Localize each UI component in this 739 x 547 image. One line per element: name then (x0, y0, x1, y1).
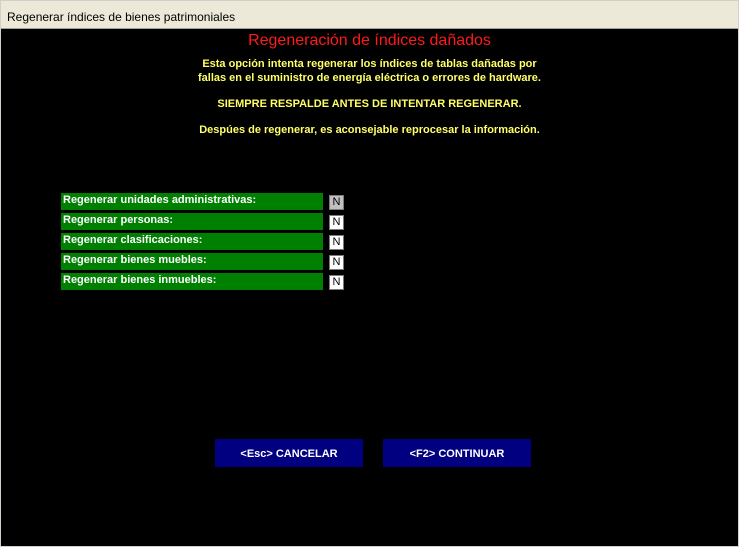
option-label-clasificaciones: Regenerar clasificaciones: (61, 233, 323, 250)
option-field-muebles[interactable]: N (329, 255, 344, 270)
option-label-muebles: Regenerar bienes muebles: (61, 253, 323, 270)
title-bar[interactable]: Regenerar índices de bienes patrimoniale… (1, 1, 738, 29)
description-line-1: Esta opción intenta regenerar los índice… (202, 58, 537, 70)
description-text: Esta opción intenta regenerar los índice… (3, 57, 736, 85)
continue-button[interactable]: <F2> CONTINUAR (383, 439, 531, 467)
option-field-inmuebles[interactable]: N (329, 275, 344, 290)
dialog-content: Regeneración de índices dañados Esta opc… (3, 29, 736, 544)
cancel-button[interactable]: <Esc> CANCELAR (215, 439, 363, 467)
option-label-unidades: Regenerar unidades administrativas: (61, 193, 323, 210)
dialog-window: Regenerar índices de bienes patrimoniale… (0, 0, 739, 547)
option-field-unidades[interactable]: N (329, 195, 344, 210)
option-label-personas: Regenerar personas: (61, 213, 323, 230)
note-text: Despúes de regenerar, es aconsejable rep… (199, 124, 540, 136)
warning-text: SIEMPRE RESPALDE ANTES DE INTENTAR REGEN… (217, 98, 522, 110)
option-field-clasificaciones[interactable]: N (329, 235, 344, 250)
option-field-personas[interactable]: N (329, 215, 344, 230)
option-label-inmuebles: Regenerar bienes inmuebles: (61, 273, 323, 290)
window-title: Regenerar índices de bienes patrimoniale… (7, 10, 236, 24)
page-title: Regeneración de índices dañados (248, 32, 491, 49)
description-line-2: fallas en el suministro de energía eléct… (198, 72, 541, 84)
